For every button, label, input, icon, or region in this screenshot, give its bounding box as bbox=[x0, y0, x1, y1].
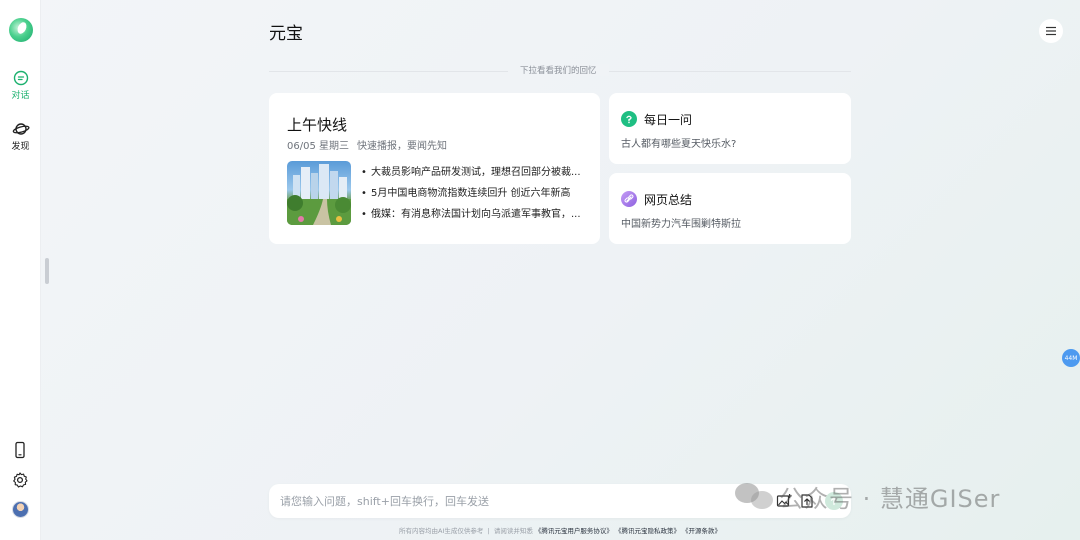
chat-icon bbox=[13, 70, 28, 86]
news-list: 大裁员影响产品研发测试，理想召回部分被裁... 5月中国电商物流指数连续回升 创… bbox=[361, 165, 586, 228]
agree-text: 请阅读并知悉 bbox=[493, 527, 533, 535]
sidebar-item-discover[interactable]: 发现 bbox=[0, 121, 41, 152]
hamburger-menu-icon bbox=[1046, 26, 1056, 36]
news-card-date: 06/05 星期三 bbox=[287, 141, 349, 152]
list-item[interactable]: 大裁员影响产品研发测试，理想召回部分被裁... bbox=[361, 165, 586, 186]
sidebar: 对话 发现 bbox=[0, 0, 41, 540]
user-agreement-link[interactable]: 《腾讯元宝用户服务协议》 bbox=[535, 527, 613, 535]
daily-question-icon bbox=[621, 111, 637, 127]
footer-separator: | bbox=[485, 527, 492, 535]
sidebar-item-label: 发现 bbox=[11, 142, 30, 152]
list-item[interactable]: 5月中国电商物流指数连续回升 创近六年新高 bbox=[361, 186, 586, 207]
chat-input[interactable] bbox=[280, 491, 760, 511]
daily-question-card[interactable]: 每日一问 古人都有哪些夏天快乐水? bbox=[609, 93, 851, 164]
open-source-terms-link[interactable]: 《开源条款》 bbox=[682, 527, 721, 535]
avatar[interactable] bbox=[12, 501, 29, 518]
menu-button[interactable] bbox=[1039, 19, 1063, 43]
daily-question-text: 古人都有哪些夏天快乐水? bbox=[621, 139, 737, 150]
list-item[interactable]: 俄媒：有消息称法国计划向乌派遣军事教官，... bbox=[361, 207, 586, 228]
disclaimer-text: 所有内容均由AI生成仅供参考 bbox=[398, 527, 484, 535]
news-card[interactable]: 上午快线 06/05 星期三 快速播报，要闻先知 大裁员影响产品研发测试，理想召… bbox=[269, 93, 600, 244]
sidebar-item-label: 对话 bbox=[11, 91, 30, 101]
floating-badge[interactable]: 44M bbox=[1062, 349, 1080, 367]
web-summary-card[interactable]: 网页总结 中国新势力汽车围剿特斯拉 bbox=[609, 173, 851, 244]
page-title: 元宝 bbox=[269, 24, 303, 44]
yuanbao-logo[interactable] bbox=[9, 18, 33, 42]
privacy-policy-link[interactable]: 《腾讯元宝隐私政策》 bbox=[615, 527, 680, 535]
footer-disclaimer: 所有内容均由AI生成仅供参考 | 请阅读并知悉 《腾讯元宝用户服务协议》 《腾讯… bbox=[270, 525, 850, 535]
phone-icon[interactable] bbox=[11, 441, 29, 459]
sidebar-item-chat[interactable]: 对话 bbox=[0, 70, 41, 101]
sidebar-resize-handle[interactable] bbox=[45, 258, 49, 284]
daily-question-title: 每日一问 bbox=[644, 113, 693, 127]
wechat-logo-icon bbox=[735, 481, 775, 511]
news-card-slogan: 快速播报，要闻先知 bbox=[357, 141, 447, 152]
history-hint: 下拉看看我们的回忆 bbox=[508, 64, 609, 76]
gear-icon[interactable] bbox=[11, 471, 29, 489]
watermark: 公众号 · 慧通GISer bbox=[735, 478, 1000, 514]
web-summary-text: 中国新势力汽车围剿特斯拉 bbox=[621, 219, 741, 230]
news-card-title: 上午快线 bbox=[287, 116, 348, 134]
web-summary-title: 网页总结 bbox=[644, 193, 693, 207]
watermark-text: 公众号 · 慧通GISer bbox=[779, 484, 1001, 513]
planet-icon bbox=[12, 123, 30, 135]
link-icon bbox=[621, 191, 637, 207]
city-park-photo bbox=[287, 161, 351, 225]
